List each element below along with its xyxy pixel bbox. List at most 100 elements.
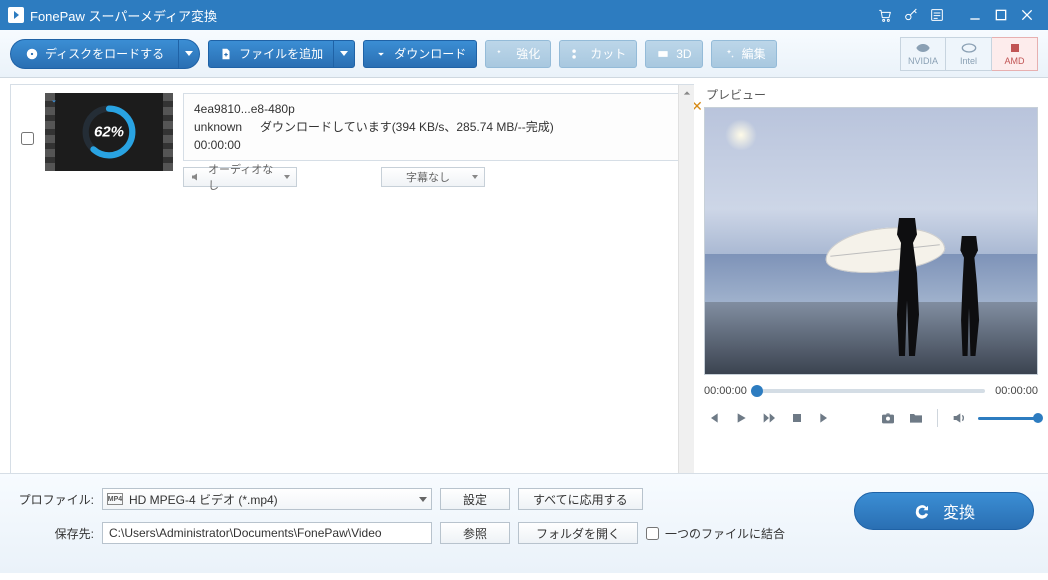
preview-video[interactable]: [704, 107, 1038, 375]
chevron-down-icon: [340, 51, 348, 56]
volume-knob[interactable]: [1033, 413, 1043, 423]
time-total: 00:00:00: [995, 385, 1038, 397]
toolbar: ディスクをロードする ファイルを追加 ダウンロード 強化 カット 3D 3D 編…: [0, 30, 1048, 78]
profile-dropdown[interactable]: MP4 HD MPEG-4 ビデオ (*.mp4): [102, 488, 432, 510]
volume-slider[interactable]: [978, 417, 1038, 420]
edit-label: 編集: [742, 45, 766, 62]
item-checkbox[interactable]: [21, 132, 34, 145]
download-indicator-icon: [48, 96, 60, 111]
edit-button[interactable]: 編集: [711, 40, 777, 68]
svg-text:3D: 3D: [660, 51, 667, 56]
add-file-label: ファイルを追加: [239, 45, 323, 62]
footer-left: プロファイル: MP4 HD MPEG-4 ビデオ (*.mp4) 設定 すべて…: [14, 488, 785, 559]
merge-checkbox-label[interactable]: 一つのファイルに結合: [646, 525, 785, 542]
add-file-icon: [219, 47, 233, 61]
settings-button[interactable]: 設定: [440, 488, 510, 510]
gpu-intel[interactable]: Intel: [946, 37, 992, 71]
minimize-button[interactable]: [964, 4, 986, 26]
maximize-button[interactable]: [990, 4, 1012, 26]
fastforward-button[interactable]: [760, 409, 778, 427]
save-row: 保存先: C:\Users\Administrator\Documents\Fo…: [14, 522, 785, 544]
profile-value: HD MPEG-4 ビデオ (*.mp4): [129, 491, 413, 508]
item-meta: unknown: [194, 118, 242, 136]
gpu-amd[interactable]: AMD: [992, 37, 1038, 71]
item-status: ダウンロードしています(394 KB/s、285.74 MB/--完成): [260, 118, 554, 136]
prev-button[interactable]: [704, 409, 722, 427]
convert-button[interactable]: 変換: [854, 492, 1034, 530]
key-icon[interactable]: [900, 4, 922, 26]
item-filename: 4ea9810...e8-480p: [194, 100, 673, 118]
preview-controls: [704, 409, 1038, 427]
mp4-icon: MP4: [107, 493, 123, 505]
seek-slider[interactable]: [757, 389, 985, 393]
chevron-down-icon: [419, 497, 427, 502]
load-disc-split: ディスクをロードする: [10, 39, 200, 69]
refresh-icon: [913, 502, 931, 520]
chevron-down-icon: [185, 51, 193, 56]
chevron-down-icon: [284, 175, 290, 179]
threeD-label: 3D: [676, 47, 691, 61]
item-info: 4ea9810...e8-480p unknown ダウンロードしています(39…: [183, 93, 684, 187]
menu-icon[interactable]: [926, 4, 948, 26]
merge-checkbox[interactable]: [646, 527, 659, 540]
cut-label: カット: [590, 45, 626, 62]
download-label: ダウンロード: [394, 45, 466, 62]
add-file-button[interactable]: ファイルを追加: [208, 40, 333, 68]
add-file-split: ファイルを追加: [208, 40, 355, 68]
list-item: 62% 4ea9810...e8-480p unknown ダウンロードしていま…: [11, 85, 694, 195]
nvidia-icon: [915, 42, 931, 54]
cut-button[interactable]: カット: [559, 40, 637, 68]
play-button[interactable]: [732, 409, 750, 427]
subtitle-select-label: 字幕なし: [406, 169, 466, 185]
enhance-button[interactable]: 強化: [485, 40, 551, 68]
amd-icon: [1007, 42, 1023, 54]
gpu-group: NVIDIA Intel AMD: [900, 37, 1038, 71]
item-info-box: 4ea9810...e8-480p unknown ダウンロードしています(39…: [183, 93, 684, 161]
threeD-button[interactable]: 3D 3D: [645, 40, 702, 68]
save-path-value: C:\Users\Administrator\Documents\FonePaw…: [109, 526, 382, 540]
close-button[interactable]: [1016, 4, 1038, 26]
save-label: 保存先:: [14, 525, 94, 542]
seek-knob[interactable]: [751, 385, 763, 397]
subtitle-select[interactable]: 字幕なし: [381, 167, 485, 187]
file-list: 62% 4ea9810...e8-480p unknown ダウンロードしていま…: [10, 84, 694, 473]
scissors-icon: [570, 47, 584, 61]
time-current: 00:00:00: [704, 385, 747, 397]
save-path-field[interactable]: C:\Users\Administrator\Documents\FonePaw…: [102, 522, 432, 544]
text-icon: [388, 171, 400, 183]
volume-icon[interactable]: [950, 409, 968, 427]
app-logo-icon: [8, 7, 24, 23]
preview-panel: プレビュー 00:00:00 00:00:00: [694, 78, 1048, 473]
open-folder-button[interactable]: [907, 409, 925, 427]
open-folder-button-2[interactable]: フォルダを開く: [518, 522, 638, 544]
stop-button[interactable]: [788, 409, 806, 427]
footer: プロファイル: MP4 HD MPEG-4 ビデオ (*.mp4) 設定 すべて…: [0, 473, 1048, 573]
audio-select[interactable]: オーディオなし: [183, 167, 297, 187]
convert-label: 変換: [943, 499, 975, 523]
gpu-nvidia[interactable]: NVIDIA: [900, 37, 946, 71]
list-scrollbar[interactable]: [678, 85, 694, 473]
profile-label: プロファイル:: [14, 491, 94, 508]
next-button[interactable]: [816, 409, 834, 427]
disc-icon: [25, 47, 39, 61]
item-thumbnail[interactable]: 62%: [45, 93, 173, 171]
app-title: FonePaw スーパーメディア変換: [30, 6, 872, 25]
download-button[interactable]: ダウンロード: [363, 40, 477, 68]
divider: [937, 409, 938, 427]
download-icon: [374, 47, 388, 61]
chevron-down-icon: [472, 175, 478, 179]
apply-all-button[interactable]: すべてに応用する: [518, 488, 643, 510]
item-selectors: オーディオなし 字幕なし: [183, 167, 684, 187]
load-disc-dropdown[interactable]: [178, 39, 200, 69]
speaker-icon: [190, 171, 202, 183]
audio-select-label: オーディオなし: [208, 161, 278, 193]
scroll-up-icon[interactable]: [679, 85, 694, 101]
add-file-dropdown[interactable]: [333, 40, 355, 68]
cart-icon[interactable]: [874, 4, 896, 26]
merge-label: 一つのファイルに結合: [665, 525, 785, 542]
browse-button[interactable]: 参照: [440, 522, 510, 544]
body: 62% 4ea9810...e8-480p unknown ダウンロードしていま…: [0, 78, 1048, 473]
snapshot-button[interactable]: [879, 409, 897, 427]
load-disc-button[interactable]: ディスクをロードする: [10, 39, 178, 69]
titlebar: FonePaw スーパーメディア変換: [0, 0, 1048, 30]
